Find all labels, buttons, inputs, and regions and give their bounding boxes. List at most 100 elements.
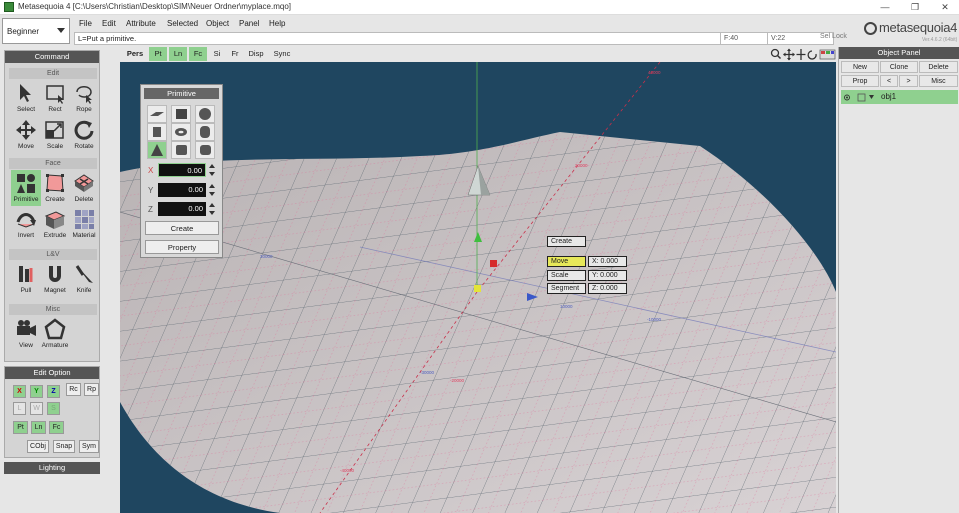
primitive-polyhedron-button[interactable] bbox=[195, 141, 215, 159]
tool-move[interactable]: Move bbox=[11, 117, 41, 153]
y-label: Y bbox=[148, 186, 154, 195]
tool-rotate[interactable]: Rotate bbox=[69, 117, 99, 153]
view-fc-toggle[interactable]: Fc bbox=[189, 47, 207, 61]
edit-option-panel: Edit Option X Y Z Rc Rp L W S Pt Ln Fc C… bbox=[4, 366, 100, 458]
section-edit: Edit bbox=[9, 68, 97, 79]
value-spinner-icons[interactable] bbox=[208, 163, 216, 217]
view-pt-toggle[interactable]: Pt bbox=[149, 47, 167, 61]
tool-extrude[interactable]: Extrude bbox=[40, 206, 70, 242]
view-si-toggle[interactable]: Si bbox=[209, 47, 225, 61]
magnet-icon bbox=[49, 266, 61, 282]
rp-toggle[interactable]: Rp bbox=[84, 383, 99, 396]
primitive-create-button[interactable]: Create bbox=[145, 221, 219, 235]
primitive-sphere-button[interactable] bbox=[195, 105, 215, 123]
gizmo-y-value[interactable]: Y: 0.000 bbox=[588, 270, 627, 281]
view-fr-toggle[interactable]: Fr bbox=[227, 47, 243, 61]
tool-rope[interactable]: Rope bbox=[69, 80, 99, 116]
snap-toggle[interactable]: Snap bbox=[53, 440, 75, 453]
gizmo-segment-button[interactable]: Segment bbox=[547, 283, 586, 294]
tool-create[interactable]: Create bbox=[40, 170, 70, 206]
view-navigation-icons[interactable] bbox=[770, 48, 836, 61]
torus-icon bbox=[175, 128, 187, 136]
tool-armature[interactable]: Armature bbox=[40, 316, 70, 352]
primitive-cube-button[interactable] bbox=[171, 105, 191, 123]
menu-help[interactable]: Help bbox=[269, 19, 285, 28]
object-next-button[interactable]: > bbox=[899, 75, 918, 87]
z-value-field[interactable]: 0.00 bbox=[158, 202, 206, 216]
viewport-canvas[interactable]: 40000 20000 -20000 -40000 30000 10000 -1… bbox=[120, 62, 836, 513]
window-title: Metasequoia 4 [C:\Users\Christian\Deskto… bbox=[18, 2, 291, 11]
lighting-panel-header[interactable]: Lighting bbox=[4, 462, 100, 474]
primitive-torus-button[interactable] bbox=[171, 123, 191, 141]
x-value-field[interactable]: 0.00 bbox=[158, 163, 206, 177]
symmetry-toggle[interactable]: Sym bbox=[79, 440, 99, 453]
menu-object[interactable]: Object bbox=[206, 19, 229, 28]
create-face-icon bbox=[46, 174, 64, 192]
object-prop-button[interactable]: Prop bbox=[841, 75, 879, 87]
section-misc: Misc bbox=[9, 304, 97, 315]
close-button[interactable]: ✕ bbox=[938, 1, 952, 13]
primitive-shapes-icon bbox=[17, 174, 35, 193]
menu-file[interactable]: File bbox=[79, 19, 92, 28]
element-ln-toggle[interactable]: Ln bbox=[31, 421, 46, 434]
primitive-plane-button[interactable] bbox=[147, 105, 167, 123]
gizmo-create-button[interactable]: Create bbox=[547, 236, 586, 247]
primitive-property-button[interactable]: Property bbox=[145, 240, 219, 254]
gizmo-z-value[interactable]: Z: 0.000 bbox=[588, 283, 627, 294]
space-screen-toggle[interactable]: S bbox=[47, 402, 60, 415]
new-object-button[interactable]: New bbox=[841, 61, 879, 73]
gizmo-x-value[interactable]: X: 0.000 bbox=[588, 256, 627, 267]
tool-select[interactable]: Select bbox=[11, 80, 41, 116]
object-misc-button[interactable]: Misc bbox=[919, 75, 958, 87]
tool-scale[interactable]: Scale bbox=[40, 117, 70, 153]
gizmo-scale-button[interactable]: Scale bbox=[547, 270, 586, 281]
menu-selected[interactable]: Selected bbox=[167, 19, 198, 28]
tool-rect[interactable]: Rect bbox=[40, 80, 70, 116]
3d-viewport[interactable]: 40000 20000 -20000 -40000 30000 10000 -1… bbox=[120, 62, 836, 513]
tool-label: Create bbox=[45, 196, 65, 203]
delete-object-button[interactable]: Delete bbox=[919, 61, 958, 73]
axis-y-toggle[interactable]: Y bbox=[30, 385, 43, 398]
primitive-cone-button[interactable] bbox=[147, 141, 167, 159]
gizmo-move-button[interactable]: Move bbox=[547, 256, 586, 267]
view-disp-toggle[interactable]: Disp bbox=[246, 47, 266, 61]
tool-material[interactable]: Material bbox=[69, 206, 99, 242]
tool-delete[interactable]: Delete bbox=[69, 170, 99, 206]
mode-dropdown[interactable]: Beginner bbox=[2, 18, 70, 44]
visibility-lock-icons[interactable] bbox=[844, 93, 874, 102]
menu-attribute[interactable]: Attribute bbox=[126, 19, 156, 28]
minimize-button[interactable]: — bbox=[878, 1, 892, 13]
view-ln-toggle[interactable]: Ln bbox=[169, 47, 187, 61]
object-prev-button[interactable]: < bbox=[880, 75, 898, 87]
menu-panel[interactable]: Panel bbox=[239, 19, 259, 28]
maximize-button[interactable]: ❐ bbox=[908, 1, 922, 13]
tool-label: View bbox=[19, 342, 33, 349]
tool-pull[interactable]: Pull bbox=[11, 261, 41, 297]
space-world-toggle[interactable]: W bbox=[30, 402, 43, 415]
tool-magnet[interactable]: Magnet bbox=[40, 261, 70, 297]
object-list-item[interactable]: obj1 bbox=[841, 90, 958, 104]
cylinder-icon bbox=[153, 127, 161, 137]
space-local-toggle[interactable]: L bbox=[13, 402, 26, 415]
primitive-capsule-button[interactable] bbox=[195, 123, 215, 141]
view-sync-toggle[interactable]: Sync bbox=[271, 47, 293, 61]
tool-knife[interactable]: Knife bbox=[69, 261, 99, 297]
axis-z-toggle[interactable]: Z bbox=[47, 385, 60, 398]
menu-edit[interactable]: Edit bbox=[102, 19, 116, 28]
rc-toggle[interactable]: Rc bbox=[66, 383, 81, 396]
y-value-field[interactable]: 0.00 bbox=[158, 183, 206, 197]
tool-primitive[interactable]: Primitive bbox=[11, 170, 41, 206]
edit-option-title: Edit Option bbox=[5, 367, 99, 379]
projection-toggle[interactable]: Pers bbox=[124, 47, 146, 61]
current-object-toggle[interactable]: CObj bbox=[27, 440, 49, 453]
element-fc-toggle[interactable]: Fc bbox=[49, 421, 64, 434]
element-pt-toggle[interactable]: Pt bbox=[13, 421, 28, 434]
rounded-cube-icon bbox=[176, 145, 187, 155]
primitive-cylinder-button[interactable] bbox=[147, 123, 167, 141]
axis-x-toggle[interactable]: X bbox=[13, 385, 26, 398]
tool-invert[interactable]: Invert bbox=[11, 206, 41, 242]
sel-lock-toggle[interactable]: Sel Lock bbox=[820, 33, 847, 40]
clone-object-button[interactable]: Clone bbox=[880, 61, 918, 73]
tool-view[interactable]: View bbox=[11, 316, 41, 352]
primitive-octahedron-button[interactable] bbox=[171, 141, 191, 159]
